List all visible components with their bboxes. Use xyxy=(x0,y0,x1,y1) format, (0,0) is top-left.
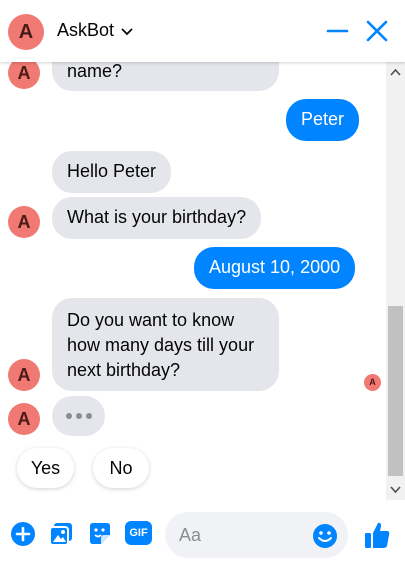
bot-avatar[interactable]: A xyxy=(8,14,44,50)
plus-icon[interactable] xyxy=(9,520,37,548)
bot-message: What is your birthday? xyxy=(52,197,262,239)
scroll-down-arrow-icon[interactable] xyxy=(386,481,405,498)
bot-message: name? xyxy=(52,62,279,91)
typing-indicator xyxy=(52,396,105,436)
bot-message: Hello Peter xyxy=(52,151,172,193)
typing-dot xyxy=(75,413,82,419)
message-input[interactable]: Aa xyxy=(165,512,348,558)
emoji-icon[interactable] xyxy=(312,523,338,549)
quick-reply-no[interactable]: No xyxy=(93,448,149,488)
bot-avatar: A xyxy=(8,206,40,238)
scrollbar-thumb[interactable] xyxy=(388,306,403,476)
message-input-placeholder: Aa xyxy=(179,525,202,545)
typing-dot xyxy=(65,413,72,419)
composer-bar: GIF Aa xyxy=(0,500,405,568)
bot-avatar: A xyxy=(8,403,40,435)
thumbs-up-icon[interactable] xyxy=(363,520,391,550)
quick-reply-yes[interactable]: Yes xyxy=(17,448,74,488)
typing-dot xyxy=(85,413,92,419)
user-message: Peter xyxy=(286,99,360,141)
close-icon[interactable] xyxy=(362,16,392,46)
bot-avatar: A xyxy=(8,62,40,89)
title-dropdown[interactable]: AskBot xyxy=(57,20,133,41)
user-message: August 10, 2000 xyxy=(194,247,356,289)
photo-icon[interactable] xyxy=(47,520,75,548)
bot-message: Do you want to know how many days till y… xyxy=(52,298,279,391)
read-receipt-avatar: A xyxy=(364,374,381,391)
scrollbar[interactable] xyxy=(386,62,405,500)
minimize-icon[interactable] xyxy=(323,16,353,46)
gif-icon[interactable]: GIF xyxy=(125,521,152,545)
sticker-icon[interactable] xyxy=(86,520,114,548)
scroll-up-arrow-icon[interactable] xyxy=(386,64,405,81)
chat-title[interactable]: AskBot xyxy=(57,20,114,41)
chat-header: A AskBot xyxy=(0,0,405,62)
bot-avatar: A xyxy=(8,359,40,391)
message-list[interactable]: A name? Peter Hello Peter A What is your… xyxy=(0,62,386,500)
chevron-down-icon[interactable] xyxy=(121,27,133,36)
